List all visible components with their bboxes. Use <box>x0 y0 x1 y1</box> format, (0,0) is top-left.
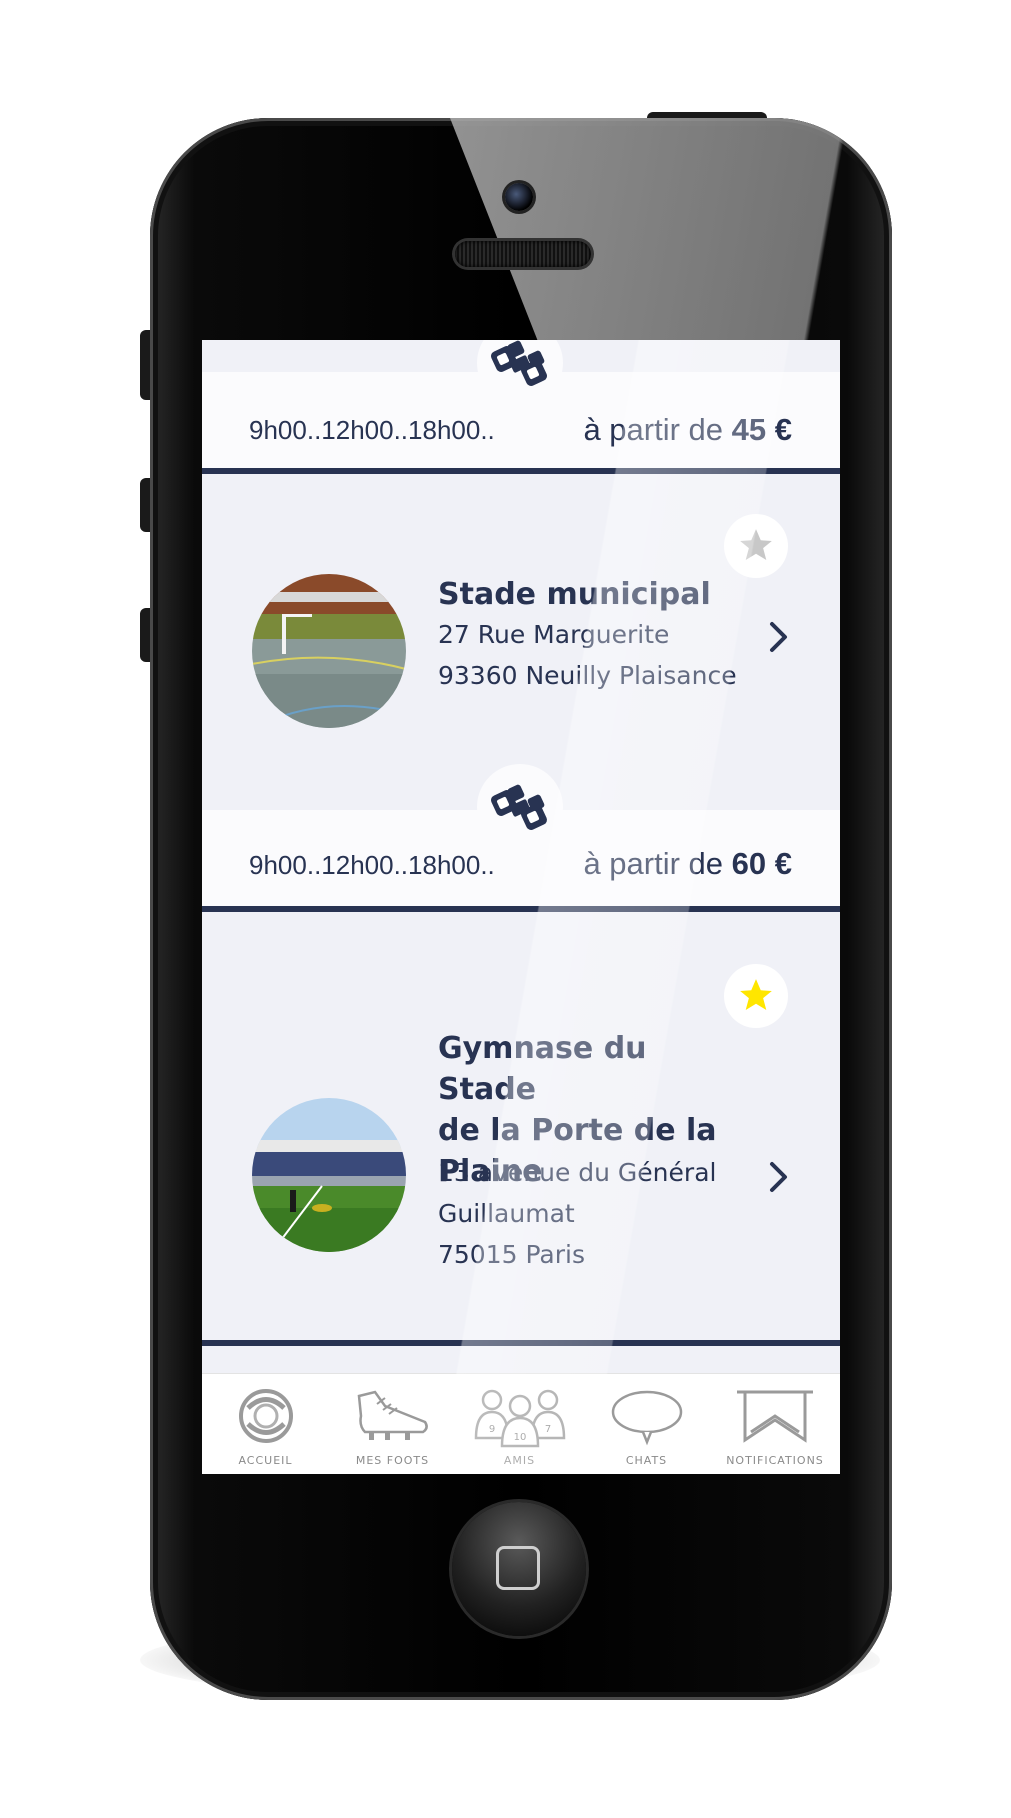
chat-bubble-icon <box>611 1390 682 1446</box>
friend-number-center: 10 <box>513 1432 526 1443</box>
football-boot-icon <box>357 1390 428 1440</box>
tab-label: AMIS <box>503 1454 536 1467</box>
venue-address-line-1: 27 Rue Marguerite <box>438 620 670 649</box>
price-label: à partir de 60 € <box>583 846 792 881</box>
chevron-right-icon[interactable] <box>768 620 790 654</box>
tab-amis[interactable]: 9 10 7 AMIS <box>456 1374 583 1474</box>
chevron-right-icon[interactable] <box>768 1160 790 1194</box>
venue-name-line-2: de la Porte de la <box>438 1113 717 1148</box>
star-icon <box>740 979 772 1011</box>
tab-label: NOTIFICATIONS <box>726 1454 824 1467</box>
venue-address-line-2: 93360 Neuilly Plaisance <box>438 661 737 690</box>
home-square-icon <box>496 1546 540 1590</box>
tab-mes-foots[interactable]: MES FOOTS <box>329 1374 456 1474</box>
favorite-button[interactable] <box>724 514 788 578</box>
opening-hours: 9h00..12h00..18h00.. <box>249 415 495 445</box>
price-label: à partir de 45 € <box>583 412 792 447</box>
binoculars-badge <box>477 764 563 850</box>
tab-notifications[interactable]: NOTIFICATIONS <box>710 1374 840 1474</box>
bookmark-icon <box>737 1390 813 1443</box>
venue-card-stade-municipal[interactable]: Stade municipal 27 Rue Marguerite 93360 … <box>202 474 840 764</box>
venue-name-line-1: Gymnase du Stade <box>438 1031 647 1107</box>
venue-address-line-3: 75015 Paris <box>438 1240 585 1269</box>
venue-photo <box>252 574 406 728</box>
front-camera <box>505 183 533 211</box>
card-gap <box>202 1346 840 1373</box>
indoor-court-photo <box>252 574 406 728</box>
friends-icon: 9 10 7 <box>474 1389 565 1448</box>
friend-number-right: 7 <box>544 1424 550 1435</box>
home-button[interactable] <box>452 1502 586 1636</box>
tab-label: MES FOOTS <box>355 1454 430 1467</box>
tab-label: CHATS <box>625 1454 668 1467</box>
venue-address-line-2: Guillaumat <box>438 1199 575 1228</box>
friend-number-left: 9 <box>488 1424 494 1435</box>
venue-card-gymnase-porte-de-la-plaine[interactable]: Gymnase du Stade de la Porte de la Plain… <box>202 912 840 1367</box>
tab-chats[interactable]: CHATS <box>583 1374 710 1474</box>
tab-accueil[interactable]: ACCUEIL <box>202 1374 329 1474</box>
aperture-icon <box>238 1389 293 1443</box>
app-screen: 9h00..12h00..18h00.. à partir de 45 € St… <box>202 340 840 1474</box>
favorite-button[interactable] <box>724 964 788 1028</box>
ear-speaker <box>455 241 591 267</box>
stadium-photo <box>252 1098 406 1252</box>
binoculars-icon <box>491 340 547 386</box>
tab-label: ACCUEIL <box>238 1454 293 1467</box>
venue-address-line-1: 13 avenue du Général <box>438 1158 717 1187</box>
bottom-tab-bar: ACCUEIL MES FOOTS 9 10 7 AMIS CHATS NOTI… <box>202 1373 840 1474</box>
opening-hours: 9h00..12h00..18h00.. <box>249 850 495 880</box>
binoculars-icon <box>491 784 547 830</box>
venue-name: Stade municipal <box>438 577 711 612</box>
star-icon <box>740 529 772 561</box>
venue-photo <box>252 1098 406 1252</box>
